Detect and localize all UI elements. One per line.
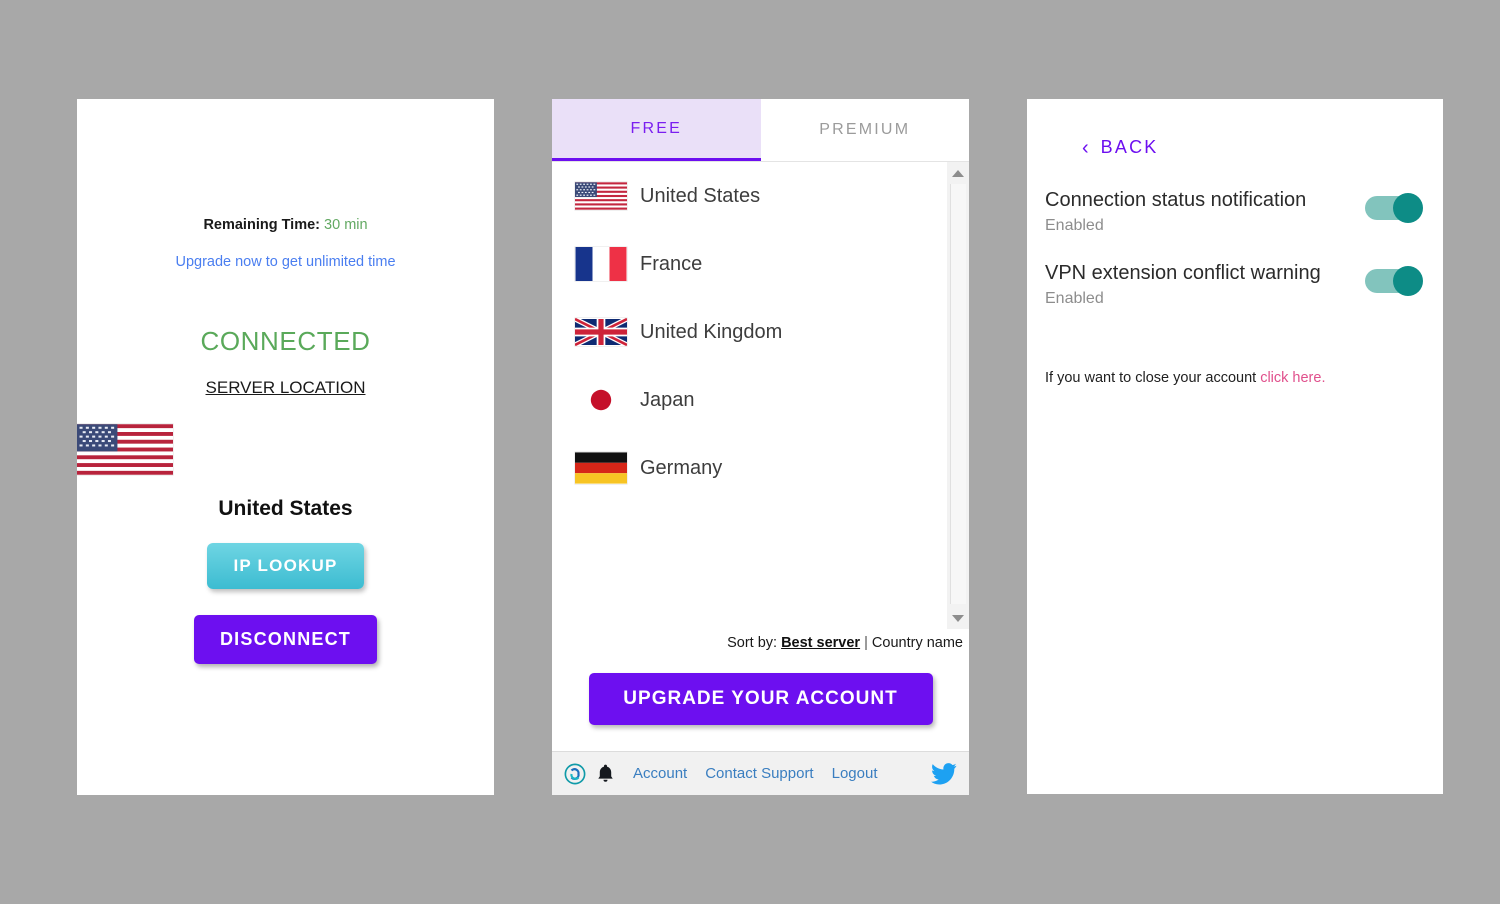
server-list-panel: FREE PREMIUM United States France United…: [552, 99, 969, 795]
tab-premium-label: PREMIUM: [819, 121, 911, 138]
server-list-area: United States France United Kingdom Japa…: [552, 162, 969, 629]
sort-option-country-name[interactable]: Country name: [872, 635, 963, 651]
scrollbar-thumb[interactable]: [950, 184, 966, 604]
flag-us-icon: [575, 182, 627, 210]
list-item[interactable]: Japan: [552, 366, 947, 434]
vpn-logo-icon[interactable]: [564, 763, 586, 785]
setting-connection-status-notification: Connection status notification Enabled: [1045, 158, 1423, 235]
footer-link-contact-support[interactable]: Contact Support: [705, 765, 813, 782]
ip-lookup-button[interactable]: IP LOOKUP: [207, 542, 364, 589]
back-button-label: BACK: [1100, 137, 1159, 157]
setting-texts: VPN extension conflict warning Enabled: [1045, 261, 1365, 308]
setting-status: Enabled: [1045, 217, 1104, 234]
list-item-label: Japan: [640, 388, 695, 411]
panel-footer: Account Contact Support Logout: [552, 751, 969, 795]
upgrade-account-button[interactable]: UPGRADE YOUR ACCOUNT: [588, 673, 933, 725]
sort-separator: |: [864, 635, 868, 651]
tab-free[interactable]: FREE: [552, 99, 761, 161]
flag-cell: [562, 247, 640, 281]
setting-title: Connection status notification: [1045, 189, 1307, 211]
sort-controls: Sort by: Best server | Country name: [552, 635, 969, 651]
footer-link-logout[interactable]: Logout: [832, 765, 878, 782]
server-list-scrollbar[interactable]: [947, 162, 969, 629]
settings-panel: ‹ BACK Connection status notification En…: [1027, 99, 1443, 794]
twitter-bird-icon[interactable]: [931, 762, 957, 785]
upgrade-now-link[interactable]: Upgrade now to get unlimited time: [77, 254, 494, 270]
server-flag-wrap: [77, 423, 494, 475]
list-item[interactable]: United States: [552, 162, 947, 230]
flag-gb-icon: [575, 318, 627, 346]
flag-cell: [562, 182, 640, 210]
bell-icon[interactable]: [596, 763, 615, 784]
tab-free-label: FREE: [630, 119, 682, 137]
ip-lookup-row: IP LOOKUP: [77, 521, 494, 589]
remaining-time-row: Remaining Time: 30 min: [77, 218, 494, 233]
flag-fr-icon: [575, 247, 627, 281]
sort-option-best-server[interactable]: Best server: [781, 635, 860, 651]
list-item[interactable]: Germany: [552, 434, 947, 502]
remaining-time-value: 30 min: [324, 217, 368, 233]
flag-de-icon: [575, 452, 627, 484]
list-item-label: France: [640, 252, 703, 275]
plan-tabs: FREE PREMIUM: [552, 99, 969, 162]
toggle-connection-status-notification[interactable]: [1365, 193, 1423, 223]
server-country-name: United States: [218, 496, 353, 520]
sort-prefix: Sort by:: [727, 635, 778, 651]
server-location-label[interactable]: SERVER LOCATION: [77, 378, 494, 398]
upgrade-account-row: UPGRADE YOUR ACCOUNT: [552, 651, 969, 725]
connection-state-text: CONNECTED: [200, 325, 371, 356]
flag-us-icon: [77, 423, 173, 475]
back-button[interactable]: ‹ BACK: [1082, 137, 1202, 158]
list-item[interactable]: United Kingdom: [552, 298, 947, 366]
setting-texts: Connection status notification Enabled: [1045, 188, 1365, 235]
flag-cell: [562, 452, 640, 484]
flag-cell: [562, 318, 640, 346]
close-account-text: If you want to close your account: [1045, 370, 1257, 386]
chevron-up-icon[interactable]: [947, 164, 969, 182]
toggle-vpn-extension-conflict-warning[interactable]: [1365, 266, 1423, 296]
disconnect-button[interactable]: DISCONNECT: [193, 614, 377, 664]
chevron-down-icon[interactable]: [947, 609, 969, 627]
setting-status: Enabled: [1045, 290, 1104, 307]
tab-premium[interactable]: PREMIUM: [760, 99, 969, 161]
list-item-label: Germany: [640, 456, 723, 479]
close-account-link[interactable]: click here.: [1260, 370, 1325, 386]
connection-status-panel: Remaining Time: 30 min Upgrade now to ge…: [77, 99, 494, 795]
flag-jp-icon: [575, 383, 627, 417]
toggle-knob: [1393, 266, 1423, 296]
disconnect-row: DISCONNECT: [77, 589, 494, 664]
chevron-left-icon: ‹: [1082, 136, 1089, 159]
footer-link-account[interactable]: Account: [633, 765, 687, 782]
list-item-label: United Kingdom: [640, 320, 783, 343]
setting-title: VPN extension conflict warning: [1045, 262, 1321, 284]
flag-cell: [562, 383, 640, 417]
remaining-time-label: Remaining Time:: [203, 217, 320, 233]
toggle-knob: [1393, 193, 1423, 223]
server-list-scroll: United States France United Kingdom Japa…: [552, 162, 947, 629]
list-item-label: United States: [640, 184, 761, 207]
close-account-row: If you want to close your account click …: [1045, 370, 1443, 386]
list-item[interactable]: France: [552, 230, 947, 298]
setting-vpn-extension-conflict-warning: VPN extension conflict warning Enabled: [1045, 235, 1423, 308]
